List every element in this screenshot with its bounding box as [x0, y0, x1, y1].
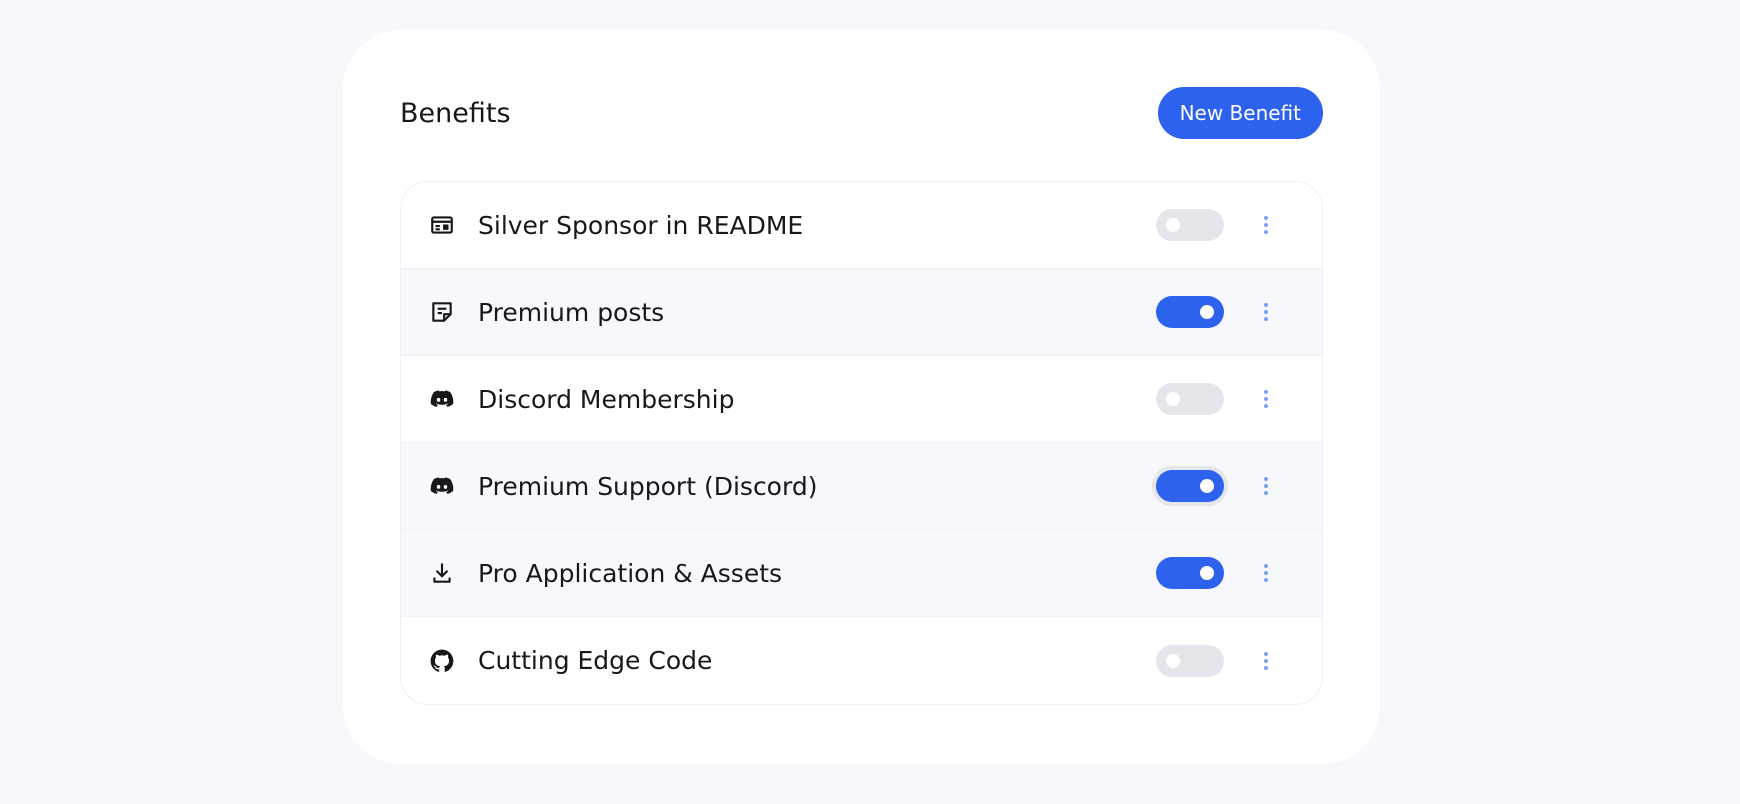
benefit-row: Silver Sponsor in README	[401, 182, 1322, 269]
discord-icon	[428, 385, 456, 413]
more-options-icon[interactable]	[1254, 383, 1278, 415]
article-icon	[428, 298, 456, 326]
benefit-toggle[interactable]	[1156, 470, 1224, 502]
more-options-icon[interactable]	[1254, 470, 1278, 502]
toggle-knob	[1200, 566, 1214, 580]
benefit-row: Premium posts	[401, 269, 1322, 356]
github-icon	[428, 647, 456, 675]
new-benefit-button[interactable]: New Benefit	[1157, 87, 1323, 139]
download-icon	[428, 559, 456, 587]
more-options-icon[interactable]	[1254, 296, 1278, 328]
benefit-toggle[interactable]	[1156, 296, 1224, 328]
benefit-label: Premium posts	[478, 297, 665, 327]
more-options-icon[interactable]	[1254, 209, 1278, 241]
ad-banner-icon	[428, 211, 456, 239]
more-options-icon[interactable]	[1254, 557, 1278, 589]
discord-icon	[428, 472, 456, 500]
benefit-row: Discord Membership	[401, 356, 1322, 443]
page-title: Benefits	[400, 97, 511, 129]
toggle-knob	[1166, 218, 1180, 232]
more-options-icon[interactable]	[1254, 645, 1278, 677]
benefit-row: Pro Application & Assets	[401, 530, 1322, 617]
toggle-knob	[1166, 653, 1180, 668]
benefit-label: Premium Support (Discord)	[478, 471, 818, 501]
benefit-toggle[interactable]	[1156, 557, 1224, 589]
benefit-row: Premium Support (Discord)	[401, 443, 1322, 530]
benefit-toggle[interactable]	[1156, 644, 1224, 677]
benefits-card: Benefits New Benefit Silver Sponsor in R…	[343, 30, 1380, 764]
benefit-row: Cutting Edge Code	[401, 617, 1322, 704]
benefit-toggle[interactable]	[1156, 383, 1224, 415]
toggle-knob	[1200, 479, 1214, 493]
benefit-toggle[interactable]	[1156, 209, 1224, 241]
toggle-knob	[1200, 305, 1214, 319]
benefit-label: Discord Membership	[478, 384, 735, 414]
benefits-list: Silver Sponsor in README Premium posts D…	[400, 181, 1323, 705]
benefits-header: Benefits New Benefit	[400, 87, 1323, 139]
benefit-label: Pro Application & Assets	[478, 558, 783, 588]
benefit-label: Silver Sponsor in README	[478, 210, 804, 240]
benefit-label: Cutting Edge Code	[478, 646, 713, 675]
toggle-knob	[1166, 392, 1180, 406]
